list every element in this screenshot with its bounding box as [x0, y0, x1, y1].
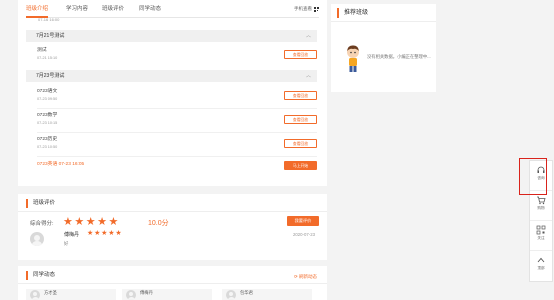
- star-icon: ★: [115, 230, 122, 237]
- view-replay-button[interactable]: 查看回放: [284, 91, 317, 100]
- star-icon: ★: [63, 216, 73, 228]
- list-item: 测试 07-21 15:10 查看回放: [37, 47, 317, 67]
- review-date: 2020-07-23: [293, 232, 315, 237]
- lesson-name: 0723语文: [37, 89, 58, 94]
- star-icon: ★: [101, 230, 108, 237]
- star-icon: ★: [108, 230, 115, 237]
- classmate-name: 包华君: [240, 290, 253, 295]
- divider: [37, 156, 317, 157]
- refresh-label: 刷新动态: [299, 274, 317, 279]
- live-lesson-info: 0723英语 07-23 16:05: [37, 162, 85, 167]
- chevron-up-icon[interactable]: ︿: [306, 30, 311, 42]
- qr-code-icon: [314, 6, 319, 12]
- cart-icon: [537, 196, 546, 205]
- score-label: 综合得分:: [30, 221, 54, 227]
- list-item: 0723数学 07-23 10:15 查看回放: [37, 112, 317, 132]
- group-header[interactable]: 7月23号测试 ︿: [26, 70, 317, 82]
- divider: [18, 211, 327, 212]
- divider: [37, 132, 317, 133]
- tab-classmate-activity[interactable]: 同学动态: [139, 4, 161, 14]
- star-icon: ★: [85, 216, 96, 228]
- lesson-name: 测试: [37, 48, 47, 53]
- lesson-name: 0723数学: [37, 113, 58, 118]
- chevron-up-icon[interactable]: ︿: [306, 70, 311, 82]
- review-rating-stars: ★ ★ ★ ★ ★: [87, 230, 122, 237]
- group-title: 7月21号测试: [36, 33, 65, 39]
- star-icon: ★: [87, 230, 94, 237]
- side-item-label: 购物: [537, 206, 545, 210]
- classmate-item[interactable]: 包华君: [222, 289, 312, 300]
- overall-rating-stars: ★ ★ ★ ★ ★: [63, 217, 118, 228]
- star-icon: ★: [97, 216, 107, 228]
- classmate-item[interactable]: 傅梅丹: [122, 289, 212, 300]
- divider: [331, 21, 436, 22]
- start-now-button[interactable]: 马上开始: [284, 161, 317, 170]
- avatar: [126, 290, 136, 300]
- live-list-item: 0723英语 07-23 16:05 马上开始: [37, 158, 317, 178]
- avatar: [30, 290, 40, 300]
- group-title: 7月23号测试: [36, 73, 65, 79]
- list-item: 0723历史 07-23 10:50 查看回放: [37, 136, 317, 156]
- overall-score: 10.0分: [148, 220, 169, 227]
- lesson-name: 0723历史: [37, 137, 58, 142]
- cartoon-boy-illustration: [347, 45, 359, 72]
- tab-bar: 班级介绍 学习内容 班级评价 同学动态 手机查看: [26, 4, 319, 18]
- side-top-button[interactable]: 顶部: [530, 255, 552, 281]
- mobile-view-link[interactable]: 手机查看: [294, 4, 319, 14]
- highlight-box: [519, 158, 547, 195]
- evaluation-title: 班级评价: [26, 199, 55, 208]
- avatar: [226, 290, 236, 300]
- lesson-date: 07-23 10:50: [37, 145, 58, 149]
- classmates-title: 同学动态: [26, 271, 55, 280]
- divider: [37, 108, 317, 109]
- classmate-activity-panel: 同学动态 ⟳ 刷新动态 方才圣 傅梅丹 包华君: [18, 266, 327, 300]
- back-to-top-icon: [537, 257, 545, 263]
- classmate-item[interactable]: 方才圣: [26, 289, 116, 300]
- mobile-view-label: 手机查看: [294, 6, 312, 11]
- group-header[interactable]: 7月21号测试 ︿: [26, 30, 317, 42]
- recommend-panel: 推荐班级 没有相关数据。小编正在整理中...: [331, 4, 436, 92]
- empty-message: 没有相关数据。小编正在整理中...: [367, 54, 431, 59]
- tab-class-evaluation[interactable]: 班级评价: [102, 4, 124, 14]
- review-text: 好: [64, 241, 69, 246]
- classmate-name: 方才圣: [44, 290, 57, 295]
- reviewer-name: 傅梅丹: [64, 232, 80, 238]
- write-evaluation-button[interactable]: 我要评价: [287, 216, 319, 226]
- star-icon: ★: [108, 216, 119, 228]
- avatar: [30, 232, 44, 246]
- star-icon: ★: [74, 216, 85, 228]
- side-cart-button[interactable]: 购物: [530, 195, 552, 221]
- lesson-date: 07-23 10:15: [37, 121, 58, 125]
- recommend-title: 推荐班级: [337, 8, 368, 18]
- side-item-label: 关注: [537, 236, 545, 240]
- tab-learning-content[interactable]: 学习内容: [66, 4, 88, 14]
- view-replay-button[interactable]: 查看回放: [284, 115, 317, 124]
- refresh-activity-link[interactable]: ⟳ 刷新动态: [294, 272, 317, 281]
- lesson-date: 07-23 09:50: [37, 97, 58, 101]
- divider: [18, 283, 327, 284]
- list-item: 0723语文 07-23 09:50 查看回放: [37, 88, 317, 108]
- star-icon: ★: [94, 230, 101, 237]
- lesson-date: 07-21 15:10: [37, 56, 58, 60]
- classmate-name: 傅梅丹: [140, 290, 153, 295]
- class-evaluation-panel: 班级评价 综合得分: ★ ★ ★ ★ ★ 10.0分 我要评价 傅梅丹 ★ ★ …: [18, 194, 327, 260]
- cut-off-date: 07-16 16:00: [38, 17, 60, 22]
- side-item-label: 顶部: [537, 266, 545, 270]
- view-replay-button[interactable]: 查看回放: [284, 50, 317, 59]
- tab-class-intro[interactable]: 班级介绍: [26, 4, 48, 14]
- qr-code-icon: [536, 225, 546, 235]
- view-replay-button[interactable]: 查看回放: [284, 139, 317, 148]
- side-follow-button[interactable]: 关注: [530, 225, 552, 251]
